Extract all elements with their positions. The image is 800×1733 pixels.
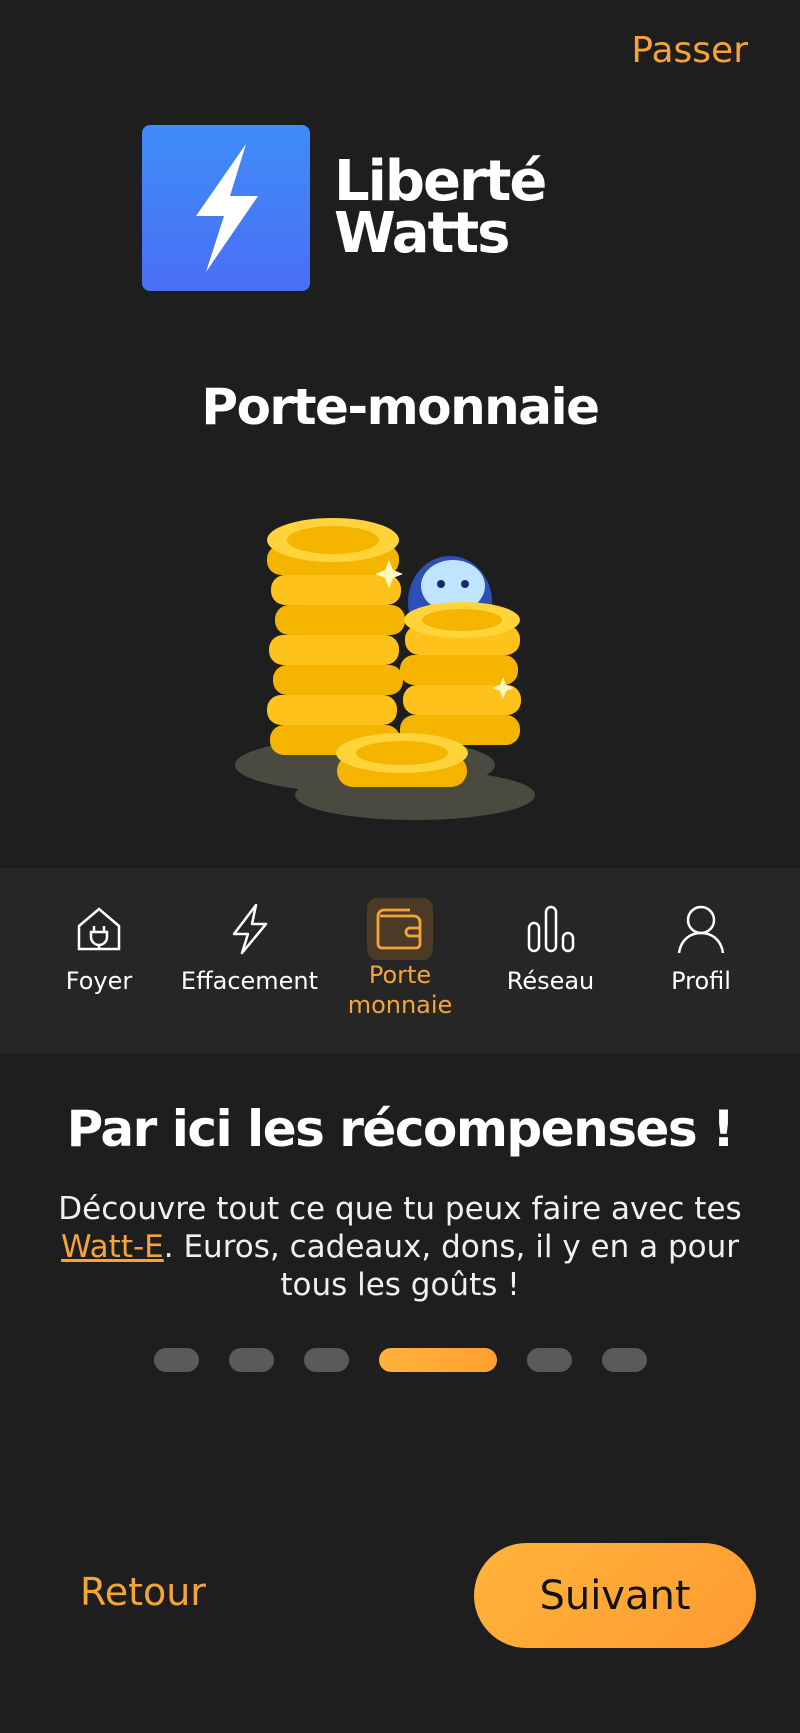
pagination-dot[interactable] — [601, 1348, 647, 1372]
pagination-dot[interactable] — [228, 1348, 274, 1372]
tab-label: Porte monnaie — [347, 961, 453, 1019]
tab-porte-monnaie[interactable]: Porte monnaie — [325, 898, 475, 1054]
pagination-dots — [0, 1348, 800, 1372]
brand-name-line2: Watts — [334, 201, 510, 266]
house-plug-icon — [66, 898, 132, 960]
coin-stack-mascot-icon — [225, 510, 585, 830]
tab-label: Foyer — [65, 967, 133, 995]
description-text: . Euros, cadeaux, dons, il y en a pour t… — [163, 1229, 739, 1303]
pagination-dot[interactable] — [378, 1348, 497, 1372]
pagination-dot[interactable] — [303, 1348, 349, 1372]
brand-name: Liberté Watts — [334, 154, 547, 266]
wallet-icon — [367, 898, 433, 960]
bars-icon — [518, 898, 584, 960]
tab-label: Profil — [671, 967, 731, 995]
tab-label: Réseau — [506, 967, 595, 995]
lightning-icon — [142, 125, 310, 291]
watt-e-link[interactable]: Watt-E — [61, 1229, 164, 1265]
next-button[interactable]: Suivant — [474, 1543, 756, 1648]
page-description: Découvre tout ce que tu peux faire avec … — [50, 1190, 750, 1304]
tab-reseau[interactable]: Réseau — [476, 898, 626, 1054]
user-icon — [668, 898, 734, 960]
skip-button[interactable]: Passer — [631, 30, 748, 71]
tab-effacement[interactable]: Effacement — [175, 898, 325, 1054]
pagination-dot[interactable] — [153, 1348, 199, 1372]
page-headline: Par ici les récompenses ! — [66, 1100, 735, 1158]
bottom-tabbar: Foyer Effacement Porte monnaie Réseau Pr… — [0, 868, 800, 1054]
lightning-icon — [217, 898, 283, 960]
tab-label: Effacement — [180, 967, 319, 995]
brand-logo: Liberté Watts — [142, 125, 547, 291]
back-button[interactable]: Retour — [80, 1570, 206, 1614]
tab-foyer[interactable]: Foyer — [24, 898, 174, 1054]
tab-profil[interactable]: Profil — [626, 898, 776, 1054]
pagination-dot[interactable] — [526, 1348, 572, 1372]
feature-title: Porte-monnaie — [201, 378, 600, 436]
description-text: Découvre tout ce que tu peux faire avec … — [58, 1191, 742, 1227]
